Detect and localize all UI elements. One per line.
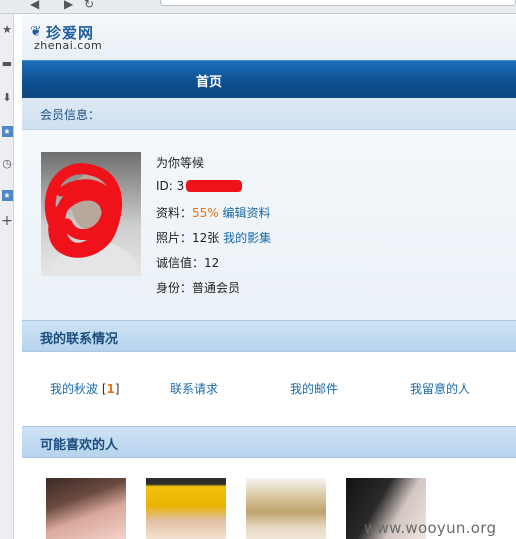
contacts-links: 我的秋波 [1] 联系请求 我的邮件 我留意的人	[22, 352, 516, 426]
wink-count: 1	[106, 382, 115, 396]
member-id: ID: 3	[156, 179, 185, 193]
profile-percent: 55%	[192, 206, 219, 220]
photos-count: 照片：12张	[156, 231, 220, 245]
nickname: 为你等候	[156, 156, 205, 170]
download-icon[interactable]: ⬇	[0, 90, 14, 104]
logo-text-en: zhenai.com	[34, 39, 103, 52]
browser-toolbar: ◀ ▶ ↻	[0, 0, 516, 14]
watermark: www.wooyun.org	[364, 519, 497, 537]
star-icon[interactable]: ★	[0, 22, 14, 36]
avatar[interactable]	[41, 152, 141, 276]
member-profile-panel: 为你等候 ID: 3 资料：55% 编辑资料 照片：12张 我的影集 诚信值：1…	[22, 130, 516, 320]
member-info-title: 会员信息：	[40, 108, 101, 122]
zhenai-page: ❦ 珍爱网 zhenai.com 首页 会员信息： 为你等候 ID: 3 资料：…	[22, 14, 516, 539]
contacts-title: 我的联系情况	[40, 332, 119, 347]
profile-completion-row: 资料：55% 编辑资料	[156, 204, 496, 229]
forward-icon[interactable]: ▶	[64, 0, 73, 11]
my-winks-link[interactable]: 我的秋波 [1]	[50, 380, 120, 397]
main-nav: 首页	[22, 60, 516, 98]
my-album-link[interactable]: 我的影集	[223, 231, 271, 245]
recommended-photo[interactable]	[146, 478, 226, 539]
watched-people-link[interactable]: 我留意的人	[410, 380, 470, 397]
likes-title: 可能喜欢的人	[40, 438, 119, 453]
my-mail-link[interactable]: 我的邮件	[290, 380, 338, 397]
address-bar[interactable]	[160, 0, 516, 6]
bookmark-icon[interactable]: ★	[0, 188, 14, 202]
recommended-photo[interactable]	[246, 478, 326, 539]
back-icon[interactable]: ◀	[30, 0, 39, 11]
screenshot-root: ◀ ▶ ↻ ★ ▬ ⬇ ★ ◷ ★ + ❦ 珍爱网 zhenai.com 首页 …	[0, 0, 516, 539]
bookmark-icon[interactable]: ★	[0, 124, 14, 138]
logo-heart-icon: ❦	[30, 24, 42, 40]
add-icon[interactable]: +	[0, 214, 14, 228]
credit-score: 诚信值：12	[156, 256, 220, 270]
member-id-row: ID: 3	[156, 179, 496, 204]
edit-profile-link[interactable]: 编辑资料	[223, 206, 271, 220]
browser-sidebar: ★ ▬ ⬇ ★ ◷ ★ +	[0, 14, 14, 539]
profile-info: 为你等候 ID: 3 资料：55% 编辑资料 照片：12张 我的影集 诚信值：1…	[156, 154, 496, 304]
member-info-header: 会员信息：	[22, 98, 516, 130]
note-icon[interactable]: ▬	[0, 56, 14, 70]
redaction-scribble	[44, 163, 122, 258]
zhenai-logo[interactable]: ❦ 珍爱网 zhenai.com	[30, 20, 150, 54]
contact-requests-link[interactable]: 联系请求	[170, 380, 218, 397]
history-icon[interactable]: ◷	[0, 156, 14, 170]
site-header: ❦ 珍爱网 zhenai.com	[22, 14, 516, 60]
likes-header: 可能喜欢的人	[22, 426, 516, 458]
profile-label: 资料：	[156, 206, 193, 220]
photos-row: 照片：12张 我的影集	[156, 229, 496, 254]
id-redaction	[186, 180, 243, 192]
contacts-header: 我的联系情况	[22, 320, 516, 352]
nav-home-link[interactable]: 首页	[196, 71, 222, 90]
reload-icon[interactable]: ↻	[84, 0, 94, 11]
member-identity: 身份：普通会员	[156, 281, 241, 295]
recommended-photo[interactable]	[46, 478, 126, 539]
